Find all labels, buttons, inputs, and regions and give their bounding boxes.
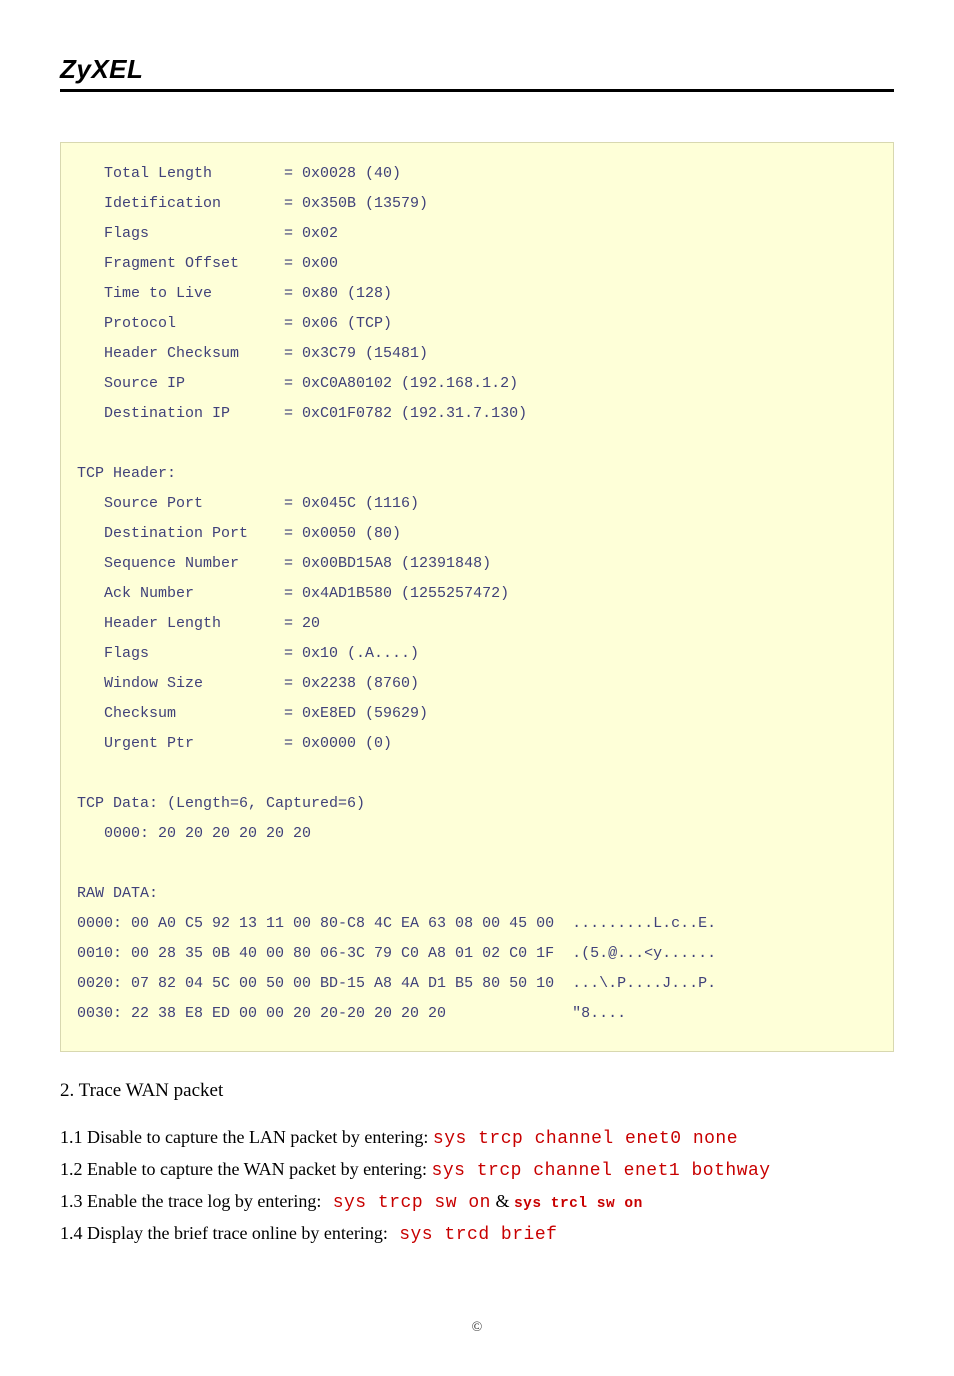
step-text: 1.2 Enable to capture the WAN packet by …: [60, 1159, 432, 1179]
step-text: 1.1 Disable to capture the LAN packet by…: [60, 1127, 433, 1147]
steps-block: 1.1 Disable to capture the LAN packet by…: [60, 1124, 894, 1250]
step-line: 1.1 Disable to capture the LAN packet by…: [60, 1124, 894, 1154]
step-text: 1.4 Display the brief trace online by en…: [60, 1223, 388, 1243]
command-text: sys trcp channel enet0 none: [433, 1129, 738, 1149]
command-text: sys trcl sw on: [514, 1196, 643, 1212]
step-line: 1.2 Enable to capture the WAN packet by …: [60, 1156, 894, 1186]
command-text: sys trcp sw on: [321, 1193, 491, 1213]
step-text: &: [491, 1191, 514, 1211]
section-title: 2. Trace WAN packet: [60, 1080, 894, 1102]
packet-dump-codebox: Total Length = 0x0028 (40) Idetification…: [60, 142, 894, 1052]
command-text: sys trcp channel enet1 bothway: [432, 1161, 771, 1181]
step-line: 1.3 Enable the trace log by entering: sy…: [60, 1188, 894, 1218]
brand-rule: [60, 89, 894, 92]
step-line: 1.4 Display the brief trace online by en…: [60, 1220, 894, 1250]
command-text: sys trcd brief: [388, 1225, 558, 1245]
step-text: 1.3 Enable the trace log by entering:: [60, 1191, 321, 1211]
footer-copyright: ©: [60, 1320, 894, 1336]
brand-logo: ZyXEL: [60, 54, 894, 87]
